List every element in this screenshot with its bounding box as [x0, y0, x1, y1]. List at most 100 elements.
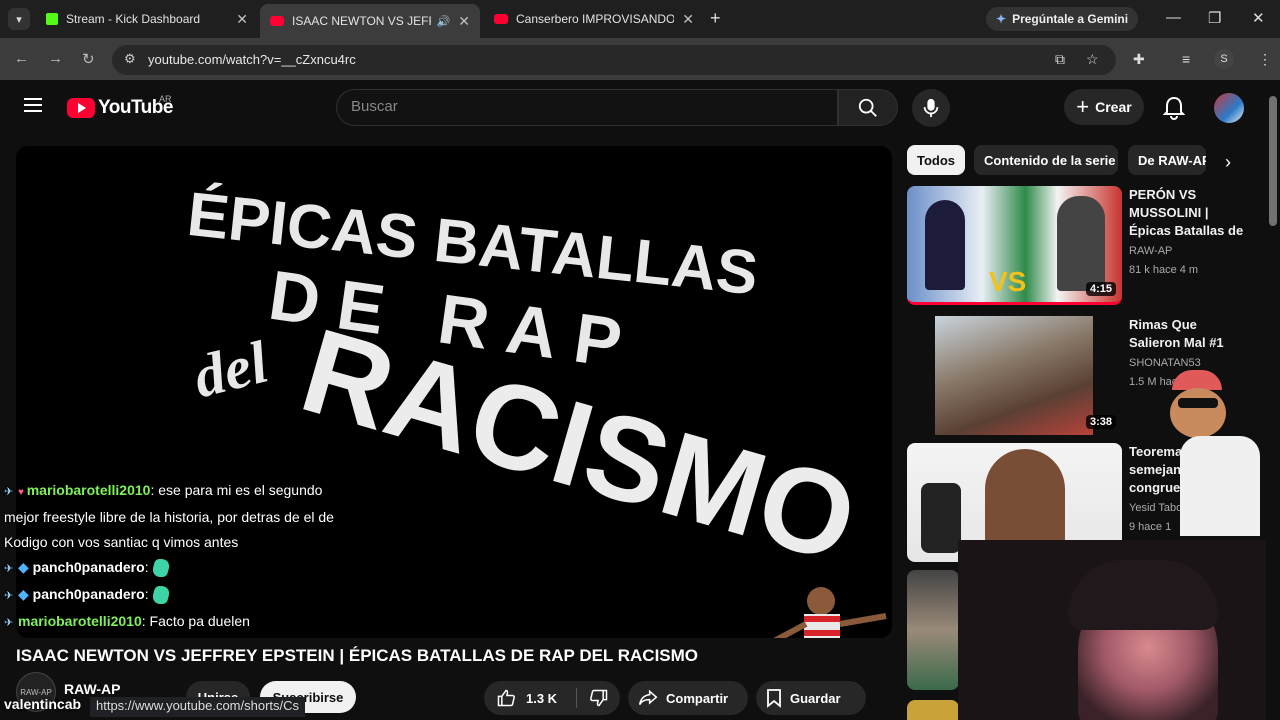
streamer-sticker-figure	[1160, 370, 1270, 540]
media-controls-icon[interactable]: ≡	[1182, 51, 1190, 67]
recommendation-item[interactable]: VS 4:15 PERÓN VS MUSSOLINI | Épicas Bata…	[907, 186, 1247, 306]
chair-shape	[921, 483, 961, 553]
duration-badge: 3:38	[1085, 415, 1116, 429]
chat-text: :	[144, 586, 149, 602]
site-settings-icon[interactable]: ⚙	[124, 51, 136, 67]
chat-badge-icon: ✈	[4, 590, 14, 602]
recommendation-channel[interactable]: SHONATAN53	[1129, 357, 1201, 369]
microphone-icon	[923, 98, 939, 118]
chat-badge-icon: ✈	[4, 617, 14, 629]
new-tab-button[interactable]: +	[710, 8, 721, 29]
heart-badge-icon: ♥	[18, 487, 27, 498]
chat-username-bottom: valentincab	[4, 696, 82, 712]
kick-favicon-icon	[46, 13, 58, 25]
recommendation-channel[interactable]: RAW-AP	[1129, 245, 1172, 257]
browser-menu-icon[interactable]: ⋮	[1258, 51, 1272, 68]
country-code: AR	[159, 94, 172, 104]
chat-username: panch0panadero	[32, 586, 145, 602]
thumbs-up-icon	[497, 689, 515, 707]
tab-title: ISAAC NEWTON VS JEFFREY	[292, 14, 431, 28]
minimize-icon[interactable]: —	[1166, 9, 1181, 26]
share-label: Compartir	[666, 690, 729, 706]
browser-profile-avatar[interactable]: S	[1214, 49, 1234, 69]
chat-message: ✈ ♥ mariobarotelli2010: ese para mi es el…	[0, 478, 360, 555]
duration-badge: 4:15	[1085, 282, 1116, 296]
shirt-shape	[1180, 436, 1260, 536]
bell-icon	[1162, 96, 1186, 120]
close-tab-icon[interactable]: ✕	[236, 11, 248, 28]
save-button[interactable]: Guardar	[756, 681, 866, 715]
reload-icon[interactable]: ↻	[82, 50, 95, 68]
scrollbar-thumb[interactable]	[1269, 96, 1277, 226]
like-button[interactable]: 1.3 K	[484, 681, 574, 715]
install-app-icon[interactable]: ⧉	[1055, 51, 1065, 68]
crowd-scene	[935, 316, 1093, 435]
forward-icon[interactable]: →	[48, 50, 63, 67]
browser-tab-canserbero[interactable]: Canserbero IMPROVISANDO-Fr ✕	[484, 5, 704, 33]
close-window-icon[interactable]: ✕	[1252, 9, 1265, 27]
close-tab-icon[interactable]: ✕	[458, 13, 470, 30]
search-input[interactable]	[351, 98, 821, 115]
url-text[interactable]: youtube.com/watch?v=__cZxncu4rc	[148, 52, 356, 67]
speaker-icon[interactable]: 🔊	[437, 15, 451, 28]
chevron-right-icon[interactable]: ›	[1216, 150, 1240, 174]
menu-icon[interactable]	[24, 98, 42, 112]
recommendation-title[interactable]: PERÓN VS MUSSOLINI | Épicas Batallas de …	[1129, 186, 1249, 242]
dislike-button[interactable]	[578, 681, 620, 715]
youtube-logo[interactable]: YouTube	[67, 97, 173, 119]
plus-icon: +	[1076, 94, 1090, 119]
cap-shape	[1172, 370, 1222, 390]
maximize-icon[interactable]: ❐	[1208, 9, 1221, 27]
chat-username: mariobarotelli2010	[18, 613, 142, 629]
recommendation-meta: 81 k hace 4 m	[1129, 264, 1199, 276]
save-label: Guardar	[790, 690, 841, 706]
tab-search-button[interactable]: ▾	[8, 8, 30, 30]
share-icon	[638, 689, 658, 706]
create-button[interactable]: + Crear	[1064, 89, 1144, 125]
chat-text: :	[144, 559, 149, 575]
chat-message: ✈ mariobarotelli2010: Facto pa duelen	[0, 609, 360, 636]
channel-name[interactable]: RAW-AP	[64, 681, 121, 697]
chip-todos[interactable]: Todos	[907, 145, 965, 175]
video-title: ISAAC NEWTON VS JEFFREY EPSTEIN | ÉPICAS…	[16, 646, 699, 665]
voice-search-button[interactable]	[912, 89, 950, 127]
extensions-icon[interactable]: ✚	[1133, 51, 1145, 68]
sunglasses-icon	[1178, 398, 1218, 408]
recommendation-thumbnail-partial[interactable]	[907, 700, 959, 720]
portrait-right-figure	[1057, 196, 1105, 291]
gem-badge-icon: ◆	[18, 559, 33, 575]
recommendation-thumbnail[interactable]: VS 4:15	[907, 186, 1122, 305]
stream-chat-overlay: ✈ ♥ mariobarotelli2010: ese para mi es el…	[0, 478, 360, 636]
tab-title: Stream - Kick Dashboard	[66, 12, 201, 26]
like-count: 1.3 K	[526, 690, 558, 706]
chat-message: ✈ ◆ panch0panadero:	[0, 582, 360, 609]
gemini-star-icon: ✦	[996, 12, 1007, 26]
search-box	[336, 89, 838, 126]
close-tab-icon[interactable]: ✕	[682, 11, 694, 28]
thumbs-down-icon	[590, 689, 608, 707]
back-icon[interactable]: ←	[14, 50, 29, 67]
chip-de-raw-ap[interactable]: De RAW-AP	[1128, 145, 1206, 175]
chip-serie[interactable]: Contenido de la serie	[974, 145, 1118, 175]
youtube-play-icon	[67, 98, 95, 118]
webcam-overlay	[958, 540, 1280, 720]
emote-icon	[150, 586, 171, 605]
portrait-left-figure	[925, 200, 965, 290]
like-dislike-group: 1.3 K	[484, 681, 620, 715]
person-figure	[985, 449, 1065, 549]
browser-tab-kick[interactable]: Stream - Kick Dashboard ✕	[36, 5, 258, 33]
browser-tab-youtube-active[interactable]: ISAAC NEWTON VS JEFFREY 🔊 ✕	[260, 4, 480, 38]
search-button[interactable]	[838, 89, 898, 126]
notifications-button[interactable]	[1162, 96, 1186, 125]
share-button[interactable]: Compartir	[628, 681, 748, 715]
recommendation-title[interactable]: Rimas Que Salieron Mal #1	[1129, 316, 1249, 352]
link-status-bar: https://www.youtube.com/shorts/Cs	[90, 697, 306, 717]
gemini-button[interactable]: ✦ Pregúntale a Gemini	[986, 7, 1139, 31]
tab-title: Canserbero IMPROVISANDO-Fr	[516, 12, 675, 26]
recommendation-thumbnail-partial[interactable]	[907, 570, 959, 690]
user-avatar[interactable]	[1214, 93, 1244, 123]
bookmark-star-icon[interactable]: ☆	[1086, 51, 1099, 68]
face-shape	[1170, 388, 1226, 438]
chat-username: panch0panadero	[32, 559, 145, 575]
recommendation-thumbnail[interactable]: 3:38	[907, 316, 1122, 435]
